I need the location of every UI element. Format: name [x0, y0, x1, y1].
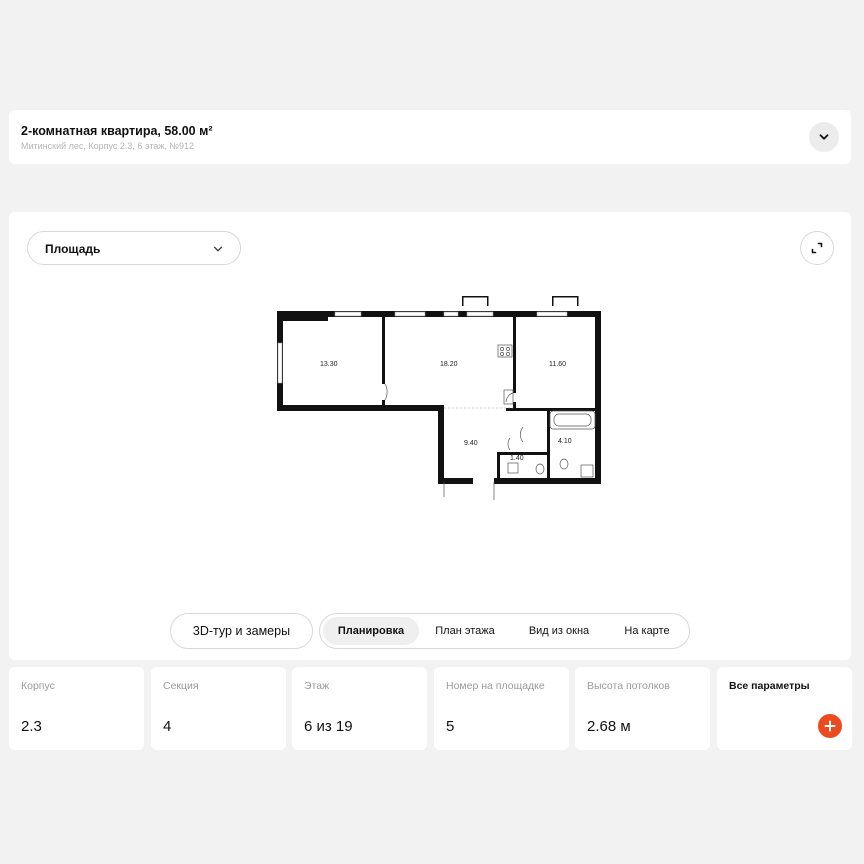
stat-section: Секция 4: [151, 667, 286, 750]
stat-value: 2.3: [21, 718, 42, 735]
stat-label: Высота потолков: [587, 680, 670, 692]
3d-tour-button[interactable]: 3D-тур и замеры: [170, 613, 313, 649]
expand-icon: [811, 242, 823, 254]
apartment-title: 2-комнатная квартира, 58.00 м²: [21, 124, 213, 138]
room-area-label: 1.40: [510, 455, 524, 462]
all-params-card[interactable]: Все параметры: [717, 667, 852, 750]
stat-label: Корпус: [21, 680, 55, 692]
room-area-label: 9.40: [464, 440, 478, 447]
room-area-label: 11.60: [549, 361, 566, 368]
collapse-button[interactable]: [809, 122, 839, 152]
stat-label: Номер на площадке: [446, 680, 545, 692]
apartment-subtitle: Митинский лес, Корпус 2.3, 6 этаж, №912: [21, 141, 195, 151]
stat-ceiling-height: Высота потолков 2.68 м: [575, 667, 710, 750]
stat-label: Этаж: [304, 680, 330, 692]
room-area-label: 18.20: [440, 361, 458, 368]
room-area-label: 4.10: [558, 438, 572, 445]
tab-map[interactable]: На карте: [610, 617, 684, 645]
chevron-down-icon: [213, 246, 223, 252]
plan-viewer: Площадь 13.30 18.20 11.60 9.40 1.40 4.10…: [9, 212, 851, 660]
stat-value: 4: [163, 718, 172, 735]
plus-icon: [824, 720, 836, 732]
all-params-label: Все параметры: [729, 680, 810, 692]
tab-window-view[interactable]: Вид из окна: [513, 617, 605, 645]
all-params-button[interactable]: [818, 714, 842, 738]
chevron-down-icon: [819, 134, 829, 140]
tab-layout[interactable]: Планировка: [323, 617, 419, 645]
fullscreen-button[interactable]: [800, 231, 834, 265]
room-area-label: 13.30: [320, 361, 338, 368]
area-select-label: Площадь: [45, 242, 101, 256]
floor-plan: 13.30 18.20 11.60 9.40 1.40 4.10: [277, 296, 601, 500]
stat-value: 6 из 19: [304, 718, 353, 735]
stat-value: 5: [446, 718, 455, 735]
tab-floor-plan[interactable]: План этажа: [424, 617, 506, 645]
apartment-header: 2-комнатная квартира, 58.00 м² Митинский…: [9, 110, 851, 164]
stat-landing-number: Номер на площадке 5: [434, 667, 569, 750]
stat-label: Секция: [163, 680, 199, 692]
area-select[interactable]: Площадь: [27, 231, 241, 265]
stat-building: Корпус 2.3: [9, 667, 144, 750]
3d-tour-label: 3D-тур и замеры: [192, 624, 291, 638]
stat-floor: Этаж 6 из 19: [292, 667, 427, 750]
view-tabs: Планировка План этажа Вид из окна На кар…: [319, 613, 690, 649]
stat-value: 2.68 м: [587, 718, 631, 735]
